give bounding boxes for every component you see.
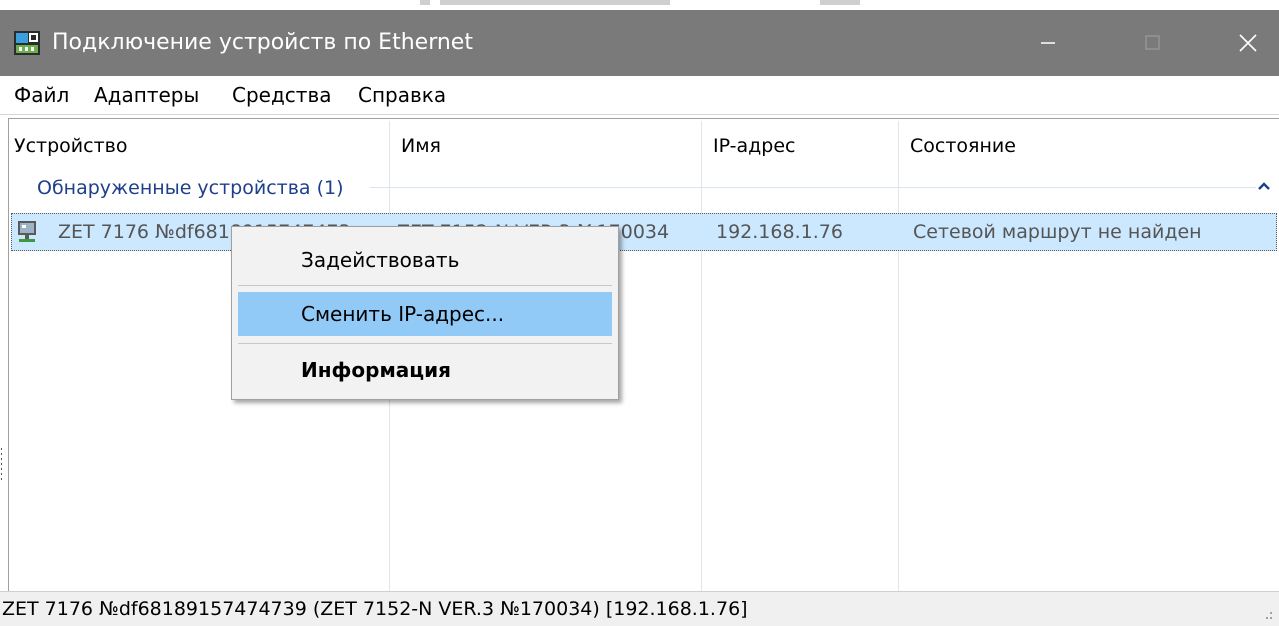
title-bar[interactable]: Подключение устройств по Ethernet [0, 10, 1279, 76]
menu-tools[interactable]: Средства [232, 80, 331, 110]
context-menu: Задействовать Сменить IP-адрес... Информ… [231, 226, 619, 400]
resize-grip-icon[interactable] [1265, 610, 1273, 620]
background-fragment [440, 0, 670, 5]
network-device-icon [18, 221, 36, 242]
group-header[interactable]: Обнаруженные устройства (1) [37, 174, 352, 202]
minimize-icon [1041, 42, 1055, 44]
group-divider-line [370, 187, 1256, 188]
background-fragment [420, 0, 430, 5]
menu-item-label: Задействовать [301, 248, 460, 272]
column-header-ip[interactable]: IP-адрес [713, 124, 795, 168]
menu-file[interactable]: Файл [14, 80, 69, 110]
close-button[interactable] [1222, 10, 1274, 76]
cell-status: Сетевой маршрут не найден [913, 221, 1202, 243]
column-divider[interactable] [701, 121, 702, 591]
status-bar: ZET 7176 №df68189157474739 (ZET 7152-N V… [0, 591, 1279, 626]
minimize-button[interactable] [1022, 10, 1074, 76]
resize-marker [1, 448, 2, 482]
menu-separator [238, 285, 612, 286]
column-header-device[interactable]: Устройство [14, 124, 127, 168]
column-header-status[interactable]: Состояние [910, 124, 1016, 168]
window-title: Подключение устройств по Ethernet [52, 30, 473, 55]
menu-adapters[interactable]: Адаптеры [94, 80, 199, 110]
column-divider[interactable] [898, 121, 899, 591]
maximize-button[interactable] [1126, 10, 1178, 76]
menu-item-activate[interactable]: Задействовать [238, 238, 612, 282]
ethernet-app-icon [14, 31, 40, 55]
background-window-strip [0, 0, 1279, 10]
menu-item-label: Информация [301, 358, 451, 382]
close-icon [1239, 34, 1257, 52]
menu-bar: Файл Адаптеры Средства Справка [0, 76, 1279, 115]
cell-ip: 192.168.1.76 [716, 221, 843, 243]
menu-help[interactable]: Справка [358, 80, 446, 110]
menu-item-change-ip[interactable]: Сменить IP-адрес... [238, 292, 612, 336]
status-text: ZET 7176 №df68189157474739 (ZET 7152-N V… [2, 598, 748, 620]
column-header-name[interactable]: Имя [401, 124, 441, 168]
maximize-icon [1145, 35, 1160, 50]
menu-item-label: Сменить IP-адрес... [301, 302, 505, 326]
chevron-up-icon[interactable] [1256, 178, 1272, 194]
menu-separator [238, 343, 612, 344]
background-fragment [820, 0, 860, 5]
menu-item-info[interactable]: Информация [238, 348, 612, 392]
